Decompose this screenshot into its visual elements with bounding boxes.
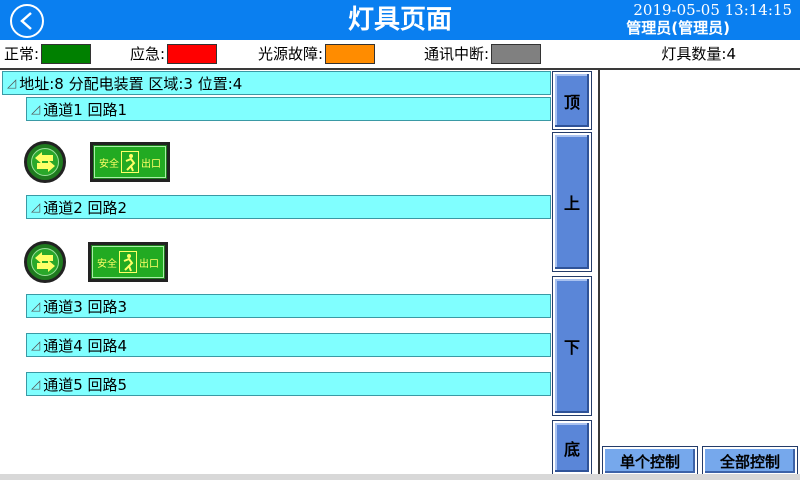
single-control-button[interactable]: 单个控制	[602, 446, 698, 476]
collapse-triangle-icon: ◿	[31, 299, 41, 313]
exit-sign-face: 安全 出口	[94, 146, 166, 178]
scroll-up-button[interactable]: 上	[552, 132, 592, 272]
tree-node-label: 通道4 回路4	[43, 336, 128, 355]
tree-node-channel-1[interactable]: ◿ 通道1 回路1	[26, 97, 551, 121]
swap-arrows-icon	[35, 252, 55, 272]
collapse-triangle-icon: ◿	[7, 76, 17, 90]
tree-node-channel-2[interactable]: ◿ 通道2 回路2	[26, 195, 551, 219]
legend-label: 应急:	[130, 45, 166, 63]
scroll-down-button[interactable]: 下	[552, 276, 592, 416]
exit-sign-lamp[interactable]: 安全 出口	[90, 142, 170, 182]
legend-normal: 正常:	[4, 44, 92, 64]
legend-swatch-emergency	[167, 44, 218, 64]
exit-sign-face: 安全 出口	[92, 246, 164, 278]
scroll-top-button[interactable]: 顶	[552, 71, 592, 130]
device-tree: ◿ 地址:8 分配电装置 区域:3 位置:4 ◿ 通道1 回路1 安全 出口 ◿	[0, 70, 552, 474]
swap-arrows-icon	[35, 152, 55, 172]
lamp-count: 灯具数量:4	[661, 45, 736, 63]
tree-node-label: 通道1 回路1	[43, 100, 128, 119]
legend-label: 正常:	[4, 45, 40, 63]
lamp-row-1: 安全 出口	[24, 141, 170, 183]
all-control-button[interactable]: 全部控制	[702, 446, 798, 476]
lamp-status-icon[interactable]	[24, 241, 66, 283]
exit-sign-text: 安全	[97, 258, 117, 270]
collapse-triangle-icon: ◿	[31, 338, 41, 352]
tree-node-channel-4[interactable]: ◿ 通道4 回路4	[26, 333, 551, 357]
legend-light-fault: 光源故障:	[258, 44, 376, 64]
legend-swatch-normal	[41, 44, 92, 64]
exit-sign-text: 出口	[141, 158, 161, 170]
header-bar: 灯具页面 2019-05-05 13:14:15 管理员(管理员)	[0, 0, 800, 40]
legend-swatch-comm-lost	[491, 44, 542, 64]
collapse-triangle-icon: ◿	[31, 200, 41, 214]
legend-label: 光源故障:	[258, 45, 324, 63]
bottom-edge	[0, 474, 800, 480]
collapse-triangle-icon: ◿	[31, 377, 41, 391]
running-man-icon	[119, 251, 137, 273]
legend-swatch-light-fault	[325, 44, 376, 64]
collapse-triangle-icon: ◿	[31, 102, 41, 116]
tree-node-channel-5[interactable]: ◿ 通道5 回路5	[26, 372, 551, 396]
scroll-bottom-button[interactable]: 底	[552, 420, 592, 475]
tree-node-label: 通道2 回路2	[43, 198, 128, 217]
exit-sign-text: 安全	[99, 158, 119, 170]
tree-root-node[interactable]: ◿ 地址:8 分配电装置 区域:3 位置:4	[2, 71, 551, 95]
current-user: 管理员(管理员)	[626, 19, 730, 37]
lamp-status-icon[interactable]	[24, 141, 66, 183]
legend-label: 通讯中断:	[424, 45, 490, 63]
datetime: 2019-05-05 13:14:15	[633, 1, 792, 19]
exit-sign-text: 出口	[139, 258, 159, 270]
running-man-icon	[121, 151, 139, 173]
tree-node-label: 地址:8 分配电装置 区域:3 位置:4	[19, 74, 243, 93]
legend-emergency: 应急:	[130, 44, 218, 64]
tree-node-label: 通道3 回路3	[43, 297, 128, 316]
lamp-row-2: 安全 出口	[24, 241, 168, 283]
tree-node-channel-3[interactable]: ◿ 通道3 回路3	[26, 294, 551, 318]
exit-sign-lamp[interactable]: 安全 出口	[88, 242, 168, 282]
control-panel	[598, 70, 800, 474]
status-legend: 正常: 应急: 光源故障: 通讯中断: 灯具数量:4	[0, 40, 800, 68]
legend-comm-lost: 通讯中断:	[424, 44, 542, 64]
tree-node-label: 通道5 回路5	[43, 375, 128, 394]
